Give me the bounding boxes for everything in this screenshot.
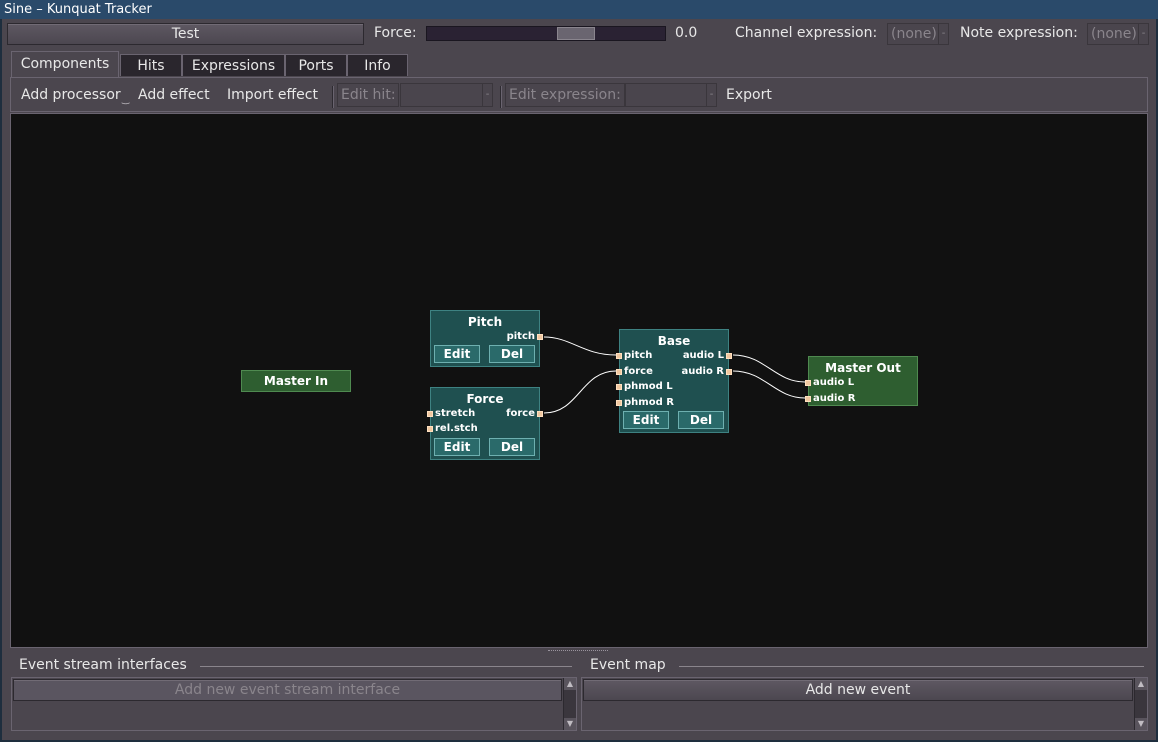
edit-button[interactable]: Edit [623, 411, 669, 429]
input-port-dot[interactable] [616, 353, 622, 359]
force-value: 0.0 [675, 25, 698, 41]
tab-hits[interactable]: Hits [120, 54, 182, 76]
add-event-button[interactable]: Add new event [583, 679, 1133, 701]
edit-expression-arrow-icon[interactable]: - [706, 83, 717, 107]
scroll-down-icon[interactable]: ▼ [564, 718, 576, 730]
panel-splitter-handle[interactable] [548, 650, 608, 654]
wire-force-to-base [543, 370, 617, 414]
scroll-up-icon[interactable]: ▲ [1135, 678, 1147, 690]
scroll-down-icon[interactable]: ▼ [1135, 718, 1147, 730]
port-label: audio R [813, 393, 856, 404]
port-label: phmod L [624, 381, 673, 392]
note-expression-label: Note expression: [960, 25, 1078, 41]
esi-scrollbar[interactable]: ▲ ▼ [563, 678, 576, 730]
port-label: force [506, 408, 535, 419]
section-divider [200, 666, 572, 667]
port-label: pitch [624, 350, 653, 361]
import-effect-button[interactable]: Import effect [227, 87, 318, 103]
channel-expression-arrow-icon[interactable]: - [938, 23, 949, 45]
input-port-dot[interactable] [616, 384, 622, 390]
device-title: Master Out [825, 361, 901, 375]
port-label: audio L [682, 350, 724, 361]
export-button[interactable]: Export [726, 87, 772, 103]
section-divider [679, 666, 1144, 667]
dropdown-indicator-icon: ‿ [122, 95, 130, 105]
master-out-device[interactable]: Master Out audio L audio R [805, 356, 918, 406]
event-map-scrollbar[interactable]: ▲ ▼ [1134, 678, 1147, 730]
channel-expression-label: Channel expression: [735, 25, 878, 41]
esi-section-label: Event stream interfaces [19, 657, 187, 673]
esi-list-panel[interactable]: Add new event stream interface ▲ ▼ [11, 677, 577, 731]
edit-hit-label: Edit hit: [337, 83, 399, 107]
output-port-dot[interactable] [537, 411, 543, 417]
device-title: Master In [263, 374, 329, 388]
input-port-dot[interactable] [805, 380, 811, 386]
delete-button[interactable]: Del [489, 345, 535, 363]
note-expression-arrow-icon[interactable]: - [1138, 23, 1149, 45]
port-label: stretch [435, 408, 476, 419]
note-expression-select[interactable]: (none) [1087, 23, 1139, 45]
edit-expression-label: Edit expression: [505, 83, 625, 107]
event-map-section-label: Event map [590, 657, 666, 673]
port-label: phmod R [624, 397, 674, 408]
input-port-dot[interactable] [805, 396, 811, 402]
pitch-device[interactable]: Pitch pitch Edit Del [430, 310, 543, 367]
output-port-dot[interactable] [726, 369, 732, 375]
input-port-dot[interactable] [616, 400, 622, 406]
add-effect-button[interactable]: Add effect [138, 87, 210, 103]
port-label: force [624, 366, 653, 377]
port-label: pitch [506, 331, 535, 342]
toolbar-separator [332, 86, 334, 108]
edit-expression-select[interactable] [625, 83, 707, 107]
force-label: Force: [374, 25, 417, 41]
device-title: Base [657, 334, 691, 348]
test-button[interactable]: Test [7, 23, 364, 45]
channel-expression-select[interactable]: (none) [887, 23, 939, 45]
tab-expressions[interactable]: Expressions [182, 54, 285, 76]
port-label: audio R [681, 366, 724, 377]
wire-pitch-to-base [543, 336, 617, 356]
tab-ports[interactable]: Ports [285, 54, 347, 76]
edit-button[interactable]: Edit [434, 345, 480, 363]
device-title: Pitch [467, 315, 503, 329]
add-esi-button[interactable]: Add new event stream interface [13, 679, 562, 701]
connections-canvas[interactable]: Master In Pitch pitch Edit Del Force str… [10, 113, 1148, 648]
wire-base-audio-l-to-out [732, 354, 806, 383]
edit-button[interactable]: Edit [434, 438, 480, 456]
port-label: audio L [813, 377, 855, 388]
master-in-device[interactable]: Master In [241, 370, 351, 392]
base-device[interactable]: Base pitch force phmod L phmod R audio L… [616, 329, 732, 433]
force-slider[interactable] [426, 26, 666, 41]
main-window: Test Force: 0.0 Channel expression: (non… [2, 19, 1156, 740]
window-title: Sine – Kunquat Tracker [0, 0, 1158, 19]
delete-button[interactable]: Del [678, 411, 724, 429]
output-port-dot[interactable] [537, 334, 543, 340]
event-map-panel[interactable]: Add new event ▲ ▼ [581, 677, 1148, 731]
delete-button[interactable]: Del [489, 438, 535, 456]
add-processor-button[interactable]: Add processor [21, 87, 121, 103]
wire-base-audio-r-to-out [732, 370, 806, 399]
tab-components[interactable]: Components [11, 51, 119, 77]
device-title: Force [466, 392, 504, 406]
toolbar-separator [500, 86, 502, 108]
connection-wires [543, 336, 806, 414]
force-slider-handle[interactable] [557, 27, 595, 40]
tab-info[interactable]: Info [347, 54, 408, 76]
input-port-dot[interactable] [427, 426, 433, 432]
edit-hit-select[interactable] [400, 83, 483, 107]
output-port-dot[interactable] [726, 353, 732, 359]
components-toolbar: Add processor ‿ Add effect Import effect… [10, 77, 1148, 112]
input-port-dot[interactable] [427, 411, 433, 417]
input-port-dot[interactable] [616, 369, 622, 375]
scroll-up-icon[interactable]: ▲ [564, 678, 576, 690]
port-label: rel.stch [435, 423, 478, 434]
force-device[interactable]: Force stretch rel.stch force Edit Del [427, 387, 543, 460]
edit-hit-arrow-icon[interactable]: - [482, 83, 493, 107]
